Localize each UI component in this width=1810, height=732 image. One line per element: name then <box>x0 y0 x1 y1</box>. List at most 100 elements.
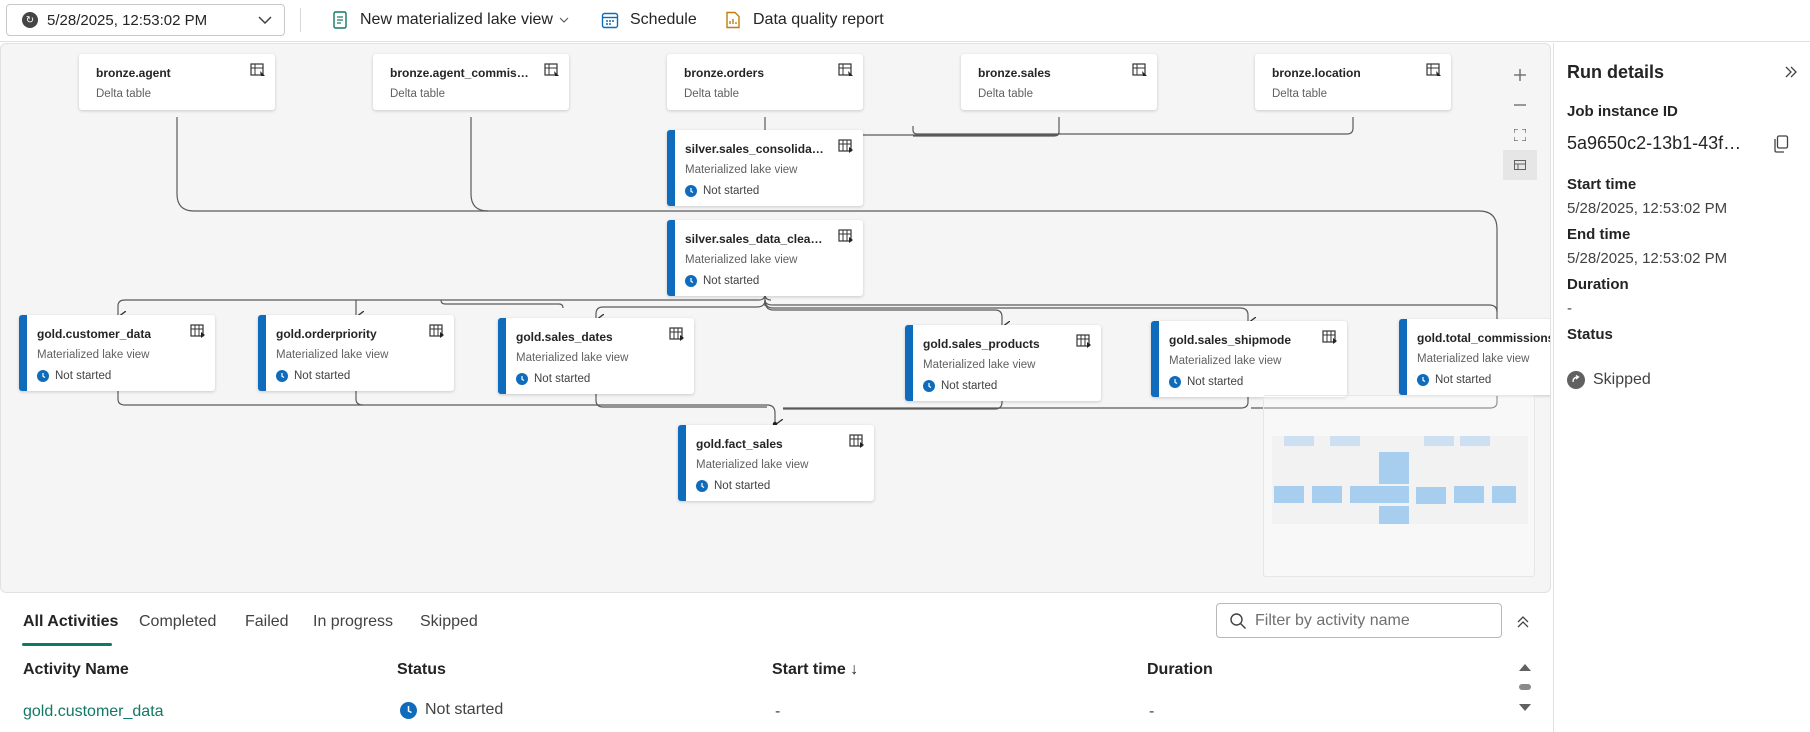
minimap[interactable] <box>1263 395 1535 577</box>
minimap-overview <box>1272 436 1528 524</box>
table-scrollbar[interactable] <box>1516 661 1534 721</box>
materialized-view-icon <box>849 434 864 448</box>
new-materialized-lake-view-button[interactable]: New materialized lake view <box>330 6 569 34</box>
lineage-canvas[interactable]: bronze.agent Delta table bronze.agent_co… <box>0 43 1551 593</box>
report-icon <box>723 10 743 30</box>
duration-label: Duration <box>1567 276 1629 293</box>
node-status-text: Not started <box>941 380 998 392</box>
fit-to-screen-button[interactable] <box>1503 120 1537 150</box>
column-activity-name[interactable]: Activity Name <box>23 661 129 679</box>
activity-duration-cell: - <box>1149 703 1155 720</box>
node-gold-fact-sales[interactable]: gold.fact_sales Materialized lake view N… <box>678 425 874 501</box>
node-gold-customer-data[interactable]: gold.customer_data Materialized lake vie… <box>19 315 215 391</box>
end-time-value: 5/28/2025, 12:53:02 PM <box>1567 250 1728 267</box>
zoom-in-button[interactable] <box>1503 60 1537 90</box>
node-subtitle: Delta table <box>684 88 739 100</box>
schedule-button[interactable]: Schedule <box>600 6 697 34</box>
node-gold-orderpriority[interactable]: gold.orderpriority Materialized lake vie… <box>258 315 454 391</box>
end-time-label: End time <box>1567 226 1631 243</box>
node-title: bronze.agent <box>96 66 171 80</box>
node-status-text: Not started <box>1187 376 1244 388</box>
scroll-down-icon <box>1519 704 1531 711</box>
node-title: gold.customer_data <box>37 327 152 341</box>
node-status-text: Not started <box>534 373 591 385</box>
node-bronze-sales[interactable]: bronze.sales Delta table <box>961 54 1157 110</box>
tab-skipped[interactable]: Skipped <box>420 613 478 631</box>
node-silver-sales-data-cleaned[interactable]: silver.sales_data_cleaned Materialized l… <box>667 220 863 296</box>
node-title: gold.orderpriority <box>276 327 377 341</box>
node-status: Not started <box>685 185 759 197</box>
tab-all-activities[interactable]: All Activities <box>23 613 118 631</box>
node-gold-total-commissions[interactable]: gold.total_commissions Materialized lake… <box>1399 319 1551 395</box>
node-gold-sales-products[interactable]: gold.sales_products Materialized lake vi… <box>905 325 1101 401</box>
data-quality-report-button[interactable]: Data quality report <box>723 6 884 34</box>
calendar-icon <box>600 10 620 30</box>
run-details-title: Run details <box>1567 62 1665 82</box>
collapse-panel-button[interactable] <box>1780 61 1802 83</box>
tab-failed[interactable]: Failed <box>245 613 289 631</box>
active-tab-indicator <box>22 643 112 646</box>
node-subtitle: Materialized lake view <box>37 349 150 361</box>
plus-icon <box>1514 69 1526 81</box>
tab-in-progress[interactable]: In progress <box>313 613 393 631</box>
activity-status-cell: Not started <box>400 701 503 719</box>
node-bronze-location[interactable]: bronze.location Delta table <box>1255 54 1451 110</box>
minimap-toggle-button[interactable] <box>1503 150 1537 180</box>
node-status: Not started <box>696 480 770 492</box>
node-subtitle: Materialized lake view <box>516 352 629 364</box>
node-gold-sales-shipmode[interactable]: gold.sales_shipmode Materialized lake vi… <box>1151 321 1347 397</box>
table-icon <box>544 63 559 76</box>
node-subtitle: Materialized lake view <box>1417 353 1530 365</box>
table-icon <box>1132 63 1147 76</box>
node-status: Not started <box>1169 376 1243 388</box>
node-bronze-agent-commission[interactable]: bronze.agent_commissio... Delta table <box>373 54 569 110</box>
copy-button[interactable] <box>1771 134 1791 154</box>
node-status-text: Not started <box>55 370 112 382</box>
double-chevron-up-icon <box>1517 616 1529 628</box>
node-status: Not started <box>37 370 111 382</box>
filter-placeholder: Filter by activity name <box>1255 611 1410 629</box>
node-silver-sales-consolidated[interactable]: silver.sales_consolidated Materialized l… <box>667 130 863 206</box>
filter-activity-input[interactable]: Filter by activity name <box>1216 603 1502 638</box>
skipped-icon <box>1567 371 1585 389</box>
materialized-view-icon <box>838 229 853 243</box>
table-icon <box>1426 63 1441 76</box>
materialized-view-icon <box>838 139 853 153</box>
node-bronze-agent[interactable]: bronze.agent Delta table <box>79 54 275 110</box>
clock-icon <box>37 370 49 382</box>
collapse-activities-button[interactable] <box>1513 612 1533 632</box>
node-subtitle: Delta table <box>96 88 151 100</box>
clock-icon <box>696 480 708 492</box>
node-subtitle: Materialized lake view <box>1169 355 1282 367</box>
status-text: Skipped <box>1593 371 1651 388</box>
node-title: gold.total_commissions <box>1417 331 1551 345</box>
column-status[interactable]: Status <box>397 661 446 679</box>
refresh-icon: ↻ <box>22 12 38 28</box>
node-status-text: Not started <box>1435 374 1492 386</box>
node-title: bronze.location <box>1272 66 1361 80</box>
node-bronze-orders[interactable]: bronze.orders Delta table <box>667 54 863 110</box>
clock-icon <box>923 380 935 392</box>
minimap-icon <box>1514 160 1526 170</box>
node-title: silver.sales_consolidated <box>685 142 825 156</box>
node-subtitle: Delta table <box>1272 88 1327 100</box>
new-view-label: New materialized lake view <box>360 11 553 28</box>
job-id-label: Job instance ID <box>1567 103 1678 120</box>
table-icon <box>250 63 265 76</box>
run-selector-dropdown[interactable]: ↻ 5/28/2025, 12:53:02 PM <box>6 4 285 36</box>
new-view-icon <box>330 10 350 30</box>
activity-name-cell[interactable]: gold.customer_data <box>23 703 164 721</box>
status-label: Status <box>1567 326 1613 343</box>
column-start-time[interactable]: Start time ↓ <box>772 661 858 679</box>
node-title: gold.sales_shipmode <box>1169 333 1292 347</box>
node-status: Not started <box>276 370 350 382</box>
toolbar: ↻ 5/28/2025, 12:53:02 PM New materialize… <box>0 0 1810 42</box>
start-time-value: 5/28/2025, 12:53:02 PM <box>1567 200 1728 217</box>
tab-completed[interactable]: Completed <box>139 613 216 631</box>
column-duration[interactable]: Duration <box>1147 661 1213 679</box>
zoom-out-button[interactable] <box>1503 90 1537 120</box>
node-gold-sales-dates[interactable]: gold.sales_dates Materialized lake view … <box>498 318 694 394</box>
fit-screen-icon <box>1514 129 1526 141</box>
materialized-view-icon <box>1322 330 1337 344</box>
activity-status-text: Not started <box>425 701 504 718</box>
